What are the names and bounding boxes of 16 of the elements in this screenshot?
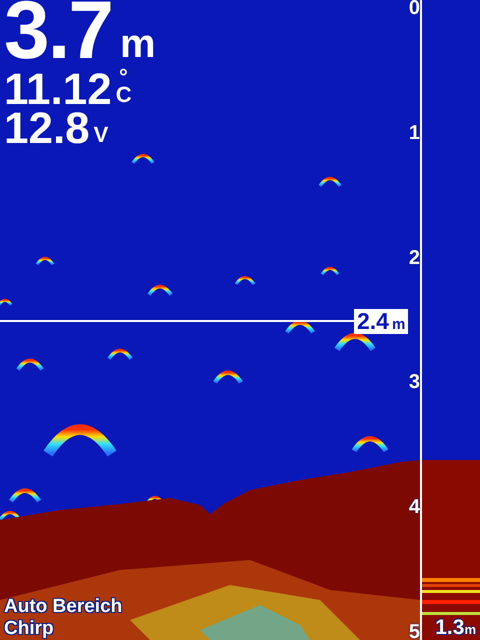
depth-scale-label: 2 — [408, 248, 420, 268]
reading-unit: V — [94, 124, 108, 145]
flasher-range: 1.3m — [435, 616, 476, 640]
reading-unit: m — [120, 26, 156, 62]
reading-value: 3.7 — [4, 0, 112, 68]
depth-scale-label: 1 — [408, 122, 420, 143]
depth-scale-label: 5 — [408, 622, 420, 640]
reading-value: 11.12 — [4, 70, 112, 110]
mode-label: Chirp — [4, 618, 55, 640]
mode-label: Auto Bereich — [4, 596, 122, 618]
depth-scale-label: 4 — [408, 497, 420, 518]
reading-unit: °C — [116, 68, 132, 106]
depth-scale-label: 0 — [408, 0, 420, 18]
depth-scale-label: 3 — [408, 372, 420, 392]
depth-cursor-label: 2.4 m — [354, 309, 408, 334]
reading-value: 12.8 — [4, 109, 90, 149]
